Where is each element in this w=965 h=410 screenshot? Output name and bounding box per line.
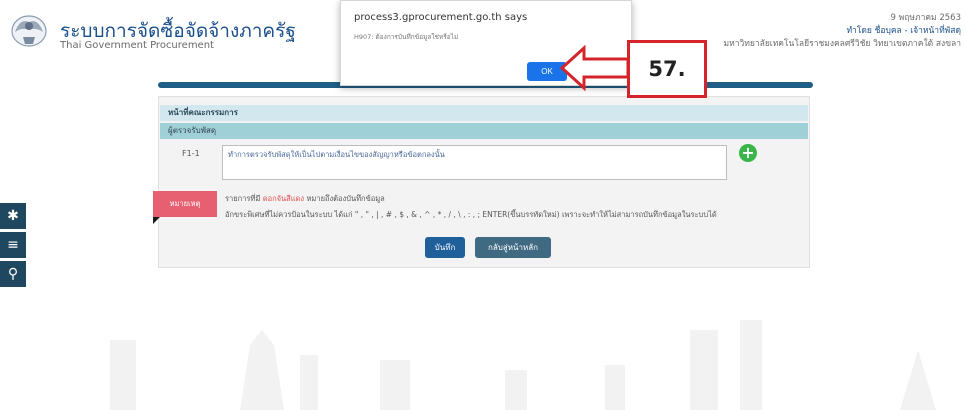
step-callout: 57. <box>627 40 707 98</box>
left-arrow-icon <box>559 44 630 92</box>
save-button[interactable]: บันทึก <box>425 237 465 258</box>
subsection-title: ผู้ตรวจรับพัสดุ <box>160 123 808 139</box>
note-line-1-prefix: รายการที่มี <box>225 194 261 203</box>
note-line-1-red: ดอกจันสีแดง <box>262 194 305 203</box>
site-subtitle: Thai Government Procurement <box>60 40 214 51</box>
committee-duty-panel: หน้าที่คณะกรรมการ ผู้ตรวจรับพัสดุ F1-1 ท… <box>153 96 810 268</box>
back-to-home-button[interactable]: กลับสู่หน้าหลัก <box>475 237 551 258</box>
section-title: หน้าที่คณะกรรมการ <box>160 105 808 121</box>
menu-icon[interactable]: ≡ <box>0 232 26 258</box>
note-tag-tail <box>153 217 160 224</box>
garuda-logo <box>11 15 47 47</box>
add-plus-icon[interactable]: + <box>739 144 757 162</box>
note-line-1: รายการที่มี ดอกจันสีแดง หมายถึงต้องบันทึ… <box>225 193 385 205</box>
user-name[interactable]: ทำโดย ชื่อบุคล - เจ้าหน้าที่พัสดุ <box>724 25 961 38</box>
note-line-2: อักขระพิเศษที่ไม่ควรป้อนในระบบ ได้แก่ " … <box>225 210 717 219</box>
gear-icon[interactable]: ✱ <box>0 203 26 229</box>
note-tag: หมายเหตุ <box>153 191 217 217</box>
step-label: 57. <box>648 57 686 81</box>
duty-code: F1-1 <box>182 149 200 158</box>
search-icon[interactable]: ⚲ <box>0 261 26 287</box>
dialog-message: H907: ต้องการบันทึกข้อมูลใช่หรือไม่ <box>354 33 459 41</box>
date-text: 9 พฤษภาคม 2563 <box>890 13 961 23</box>
city-skyline-background <box>110 320 936 410</box>
user-info: 9 พฤษภาคม 2563 ทำโดย ชื่อบุคล - เจ้าหน้า… <box>724 12 962 51</box>
duty-textarea[interactable]: ทำการตรวจรับพัสดุให้เป็นไปตามเงื่อนไขของ… <box>222 145 727 180</box>
org-name: มหาวิทยาลัยเทคโนโลยีราชมงคลศรีวิชัย วิทย… <box>723 39 962 49</box>
note-line-1-suffix: หมายถึงต้องบันทึกข้อมูล <box>306 194 385 203</box>
dialog-title: process3.gprocurement.go.th says <box>354 12 528 23</box>
